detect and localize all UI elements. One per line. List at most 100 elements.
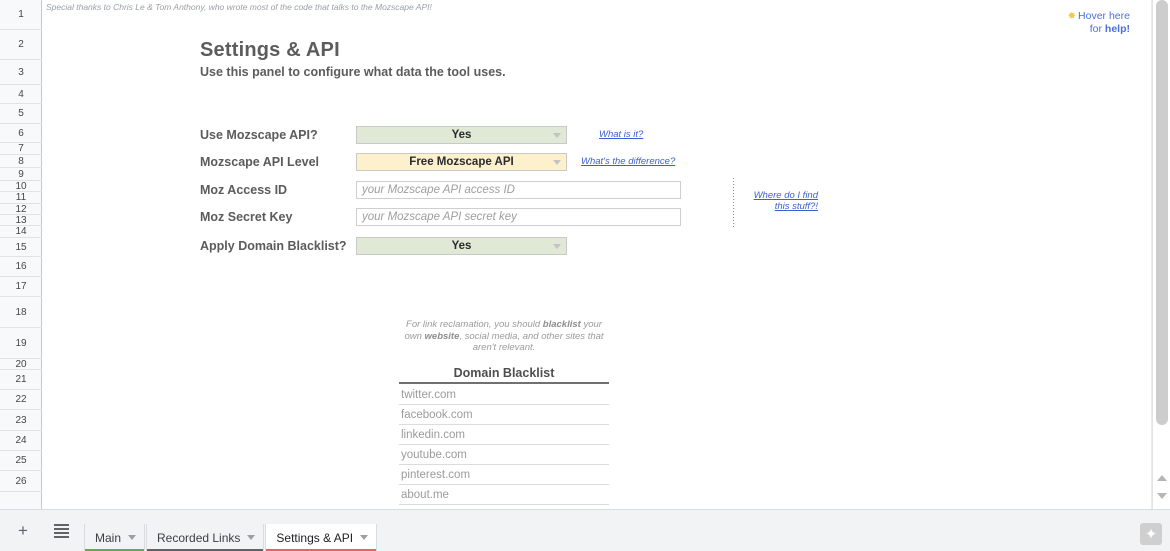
- row-header-8[interactable]: 8: [0, 155, 42, 168]
- row-header-label: 9: [18, 168, 24, 180]
- chevron-down-icon[interactable]: [553, 244, 561, 249]
- row-header-5[interactable]: 5: [0, 104, 42, 124]
- page-subtitle: Use this panel to configure what data th…: [200, 65, 506, 79]
- row-header-20[interactable]: 20: [0, 359, 42, 370]
- add-sheet-button[interactable]: +: [8, 516, 38, 546]
- sheet-area: 1 2 3 4 5 6 7 8 9 10 11 12 13 14 15 16 17 18 19 20 21 22 23 24 2…: [0, 0, 1170, 509]
- blacklist-note-part3: , social media, and other sites that are…: [459, 330, 604, 354]
- scroll-down-icon[interactable]: [1157, 493, 1167, 499]
- blacklist-row[interactable]: pinterest.com: [399, 465, 609, 485]
- select-0[interactable]: Yes: [356, 126, 567, 144]
- text-input-3[interactable]: your Mozscape API secret key: [356, 208, 681, 226]
- row-header-21[interactable]: 21: [0, 370, 42, 390]
- row-header-16[interactable]: 16: [0, 257, 42, 277]
- select-4[interactable]: Yes: [356, 237, 567, 255]
- form-link-1[interactable]: What's the difference?: [581, 156, 675, 167]
- row-header-17[interactable]: 17: [0, 277, 42, 297]
- where-find-link-line1: Where do I find: [753, 190, 818, 201]
- where-find-link-line2: this stuff?!: [774, 201, 818, 212]
- scroll-up-icon[interactable]: [1157, 475, 1167, 481]
- sheet-tabs: Main Recorded Links Settings & API: [84, 510, 378, 551]
- row-header-label: 26: [15, 475, 27, 487]
- row-header-label: 11: [15, 192, 27, 203]
- where-find-link[interactable]: Where do I find this stuff?!: [740, 190, 818, 212]
- row-header-3[interactable]: 3: [0, 60, 42, 85]
- blacklist-domain: linkedin.com: [401, 428, 465, 441]
- row-header-label: 17: [15, 281, 27, 292]
- row-header-18[interactable]: 18: [0, 297, 42, 328]
- sheet-tab-settings-api[interactable]: Settings & API: [265, 523, 378, 551]
- tab-chevron-down-icon[interactable]: [360, 535, 369, 540]
- all-sheets-icon[interactable]: [46, 516, 76, 546]
- spreadsheet-app: 1 2 3 4 5 6 7 8 9 10 11 12 13 14 15 16 17 18 19 20 21 22 23 24 2…: [0, 0, 1170, 551]
- select-1[interactable]: Free Mozscape API: [356, 153, 567, 171]
- row-header-1[interactable]: 1: [0, 0, 42, 30]
- sheet-tab-bar: + Main Recorded Links Settings & API ✦: [0, 509, 1170, 551]
- text-input-2[interactable]: your Mozscape API access ID: [356, 181, 681, 199]
- row-header-label: 15: [15, 241, 27, 253]
- row-header-label: 10: [15, 180, 27, 192]
- row-header-15[interactable]: 15: [0, 238, 42, 257]
- text-input-placeholder-2: your Mozscape API access ID: [362, 184, 515, 196]
- blacklist-row[interactable]: facebook.com: [399, 405, 609, 425]
- chevron-down-icon[interactable]: [553, 133, 561, 138]
- row-header-24[interactable]: 24: [0, 431, 42, 451]
- row-header-9[interactable]: 9: [0, 168, 42, 181]
- row-header-label: 22: [15, 394, 27, 405]
- row-header-label: 7: [18, 143, 24, 154]
- row-header-13[interactable]: 13: [0, 215, 42, 226]
- help-hint[interactable]: ✸ Hover here for help!: [1000, 10, 1130, 36]
- row-header-label: 18: [15, 306, 27, 318]
- sheet-tab-recorded-links[interactable]: Recorded Links: [146, 523, 265, 551]
- text-input-placeholder-3: your Mozscape API secret key: [362, 211, 517, 223]
- sheet-tab-main[interactable]: Main: [84, 523, 146, 551]
- row-header-11[interactable]: 11: [0, 192, 42, 204]
- form-control-wrap-3: your Mozscape API secret key: [356, 208, 681, 226]
- row-header-label: 21: [15, 374, 27, 385]
- row-number-gutter: 1 2 3 4 5 6 7 8 9 10 11 12 13 14 15 16 17 18 19 20 21 22 23 24 2…: [0, 0, 42, 509]
- sheet-tab-label: Recorded Links: [157, 530, 241, 545]
- blacklist-domain: facebook.com: [401, 408, 473, 421]
- row-header-14[interactable]: 14: [0, 226, 42, 238]
- grid-canvas[interactable]: Special thanks to Chris Le & Tom Anthony…: [43, 0, 1152, 509]
- row-header-label: 24: [15, 435, 27, 446]
- row-header-label: 4: [18, 88, 24, 100]
- credit-note: Special thanks to Chris Le & Tom Anthony…: [46, 2, 432, 12]
- row-header-label: 3: [18, 66, 24, 78]
- form-control-wrap-0: Yes: [356, 126, 567, 144]
- resize-handle-icon[interactable]: ✦: [1140, 523, 1162, 545]
- row-header-4[interactable]: 4: [0, 85, 42, 104]
- row-header-23[interactable]: 23: [0, 410, 42, 431]
- form-label-2: Moz Access ID: [200, 183, 288, 197]
- blacklist-row[interactable]: about.me: [399, 485, 609, 505]
- form-link-0[interactable]: What is it?: [599, 129, 643, 140]
- help-hint-line2-bold: help!: [1104, 23, 1130, 35]
- chevron-down-icon[interactable]: [553, 160, 561, 165]
- row-header-19[interactable]: 19: [0, 328, 42, 359]
- row-header-2[interactable]: 2: [0, 30, 42, 60]
- form-label-4: Apply Domain Blacklist?: [200, 239, 347, 253]
- row-header-label: 16: [15, 261, 27, 272]
- select-value-0: Yes: [451, 129, 472, 141]
- row-header-label: 23: [15, 414, 27, 426]
- blacklist-row[interactable]: twitter.com: [399, 385, 609, 405]
- page-title: Settings & API: [200, 39, 340, 61]
- row-header-label: 14: [15, 226, 27, 237]
- row-header-label: 2: [18, 39, 24, 50]
- tab-chevron-down-icon[interactable]: [247, 535, 256, 540]
- help-hint-line2-prefix: for: [1089, 23, 1105, 35]
- vertical-scrollbar[interactable]: [1152, 0, 1170, 509]
- blacklist-domain: youtube.com: [401, 448, 467, 461]
- row-header-6[interactable]: 6: [0, 124, 42, 143]
- vertical-scroll-thumb[interactable]: [1156, 0, 1168, 425]
- row-header-26[interactable]: 26: [0, 471, 42, 492]
- row-header-12[interactable]: 12: [0, 204, 42, 215]
- row-header-7[interactable]: 7: [0, 143, 42, 155]
- tab-chevron-down-icon[interactable]: [128, 535, 137, 540]
- blacklist-header: Domain Blacklist: [399, 366, 609, 384]
- row-header-10[interactable]: 10: [0, 181, 42, 192]
- row-header-22[interactable]: 22: [0, 390, 42, 410]
- blacklist-row[interactable]: youtube.com: [399, 445, 609, 465]
- blacklist-row[interactable]: linkedin.com: [399, 425, 609, 445]
- row-header-25[interactable]: 25: [0, 451, 42, 471]
